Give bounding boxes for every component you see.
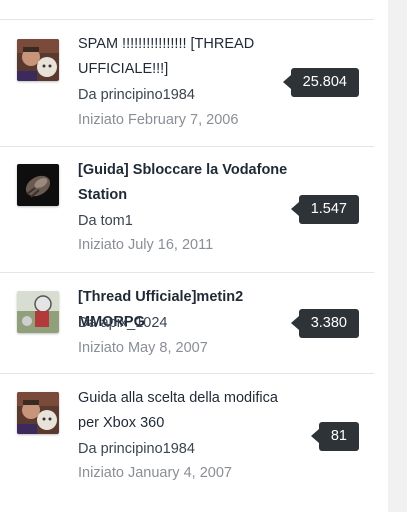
topic-row[interactable]: Guida alla scelta della modifica per Xbo… — [0, 374, 374, 512]
scrollbar[interactable] — [388, 0, 407, 512]
reply-count-badge: 25.804 — [282, 68, 359, 97]
topic-start-date: Iniziato February 7, 2006 — [78, 112, 239, 128]
user-avatar-icon[interactable] — [17, 392, 59, 434]
topic-title[interactable]: [Guida] Sbloccare la Vodafone Station — [78, 158, 308, 208]
topic-row[interactable]: SPAM !!!!!!!!!!!!!!!! [THREAD UFFICIALE!… — [0, 20, 374, 146]
reply-count-badge: 3.380 — [290, 309, 359, 338]
topic-author[interactable]: Da apix_1024 — [78, 313, 168, 333]
reply-count-badge: 81 — [310, 422, 359, 451]
topic-start-date: Iniziato January 4, 2007 — [78, 465, 232, 481]
topic-list: SPAM !!!!!!!!!!!!!!!! [THREAD UFFICIALE!… — [0, 0, 374, 512]
topic-author[interactable]: Da principino1984 — [78, 85, 195, 105]
user-avatar-icon[interactable] — [17, 291, 59, 333]
topic-row[interactable]: [Thread Ufficiale]metin2 MMORPG Da apix_… — [0, 273, 374, 373]
reply-count-badge: 1.547 — [290, 195, 359, 224]
topic-author[interactable]: Da principino1984 — [78, 439, 195, 459]
topic-row[interactable]: [Guida] Sbloccare la Vodafone Station Da… — [0, 147, 374, 272]
topic-author[interactable]: Da tom1 — [78, 211, 133, 231]
topic-title[interactable]: SPAM !!!!!!!!!!!!!!!! [THREAD UFFICIALE!… — [78, 32, 290, 82]
topic-start-date: Iniziato May 8, 2007 — [78, 340, 208, 356]
topic-start-date: Iniziato July 16, 2011 — [78, 237, 214, 253]
user-avatar-icon[interactable] — [17, 164, 59, 206]
topic-title[interactable]: Guida alla scelta della modifica per Xbo… — [78, 386, 290, 436]
user-avatar-icon[interactable] — [17, 39, 59, 81]
